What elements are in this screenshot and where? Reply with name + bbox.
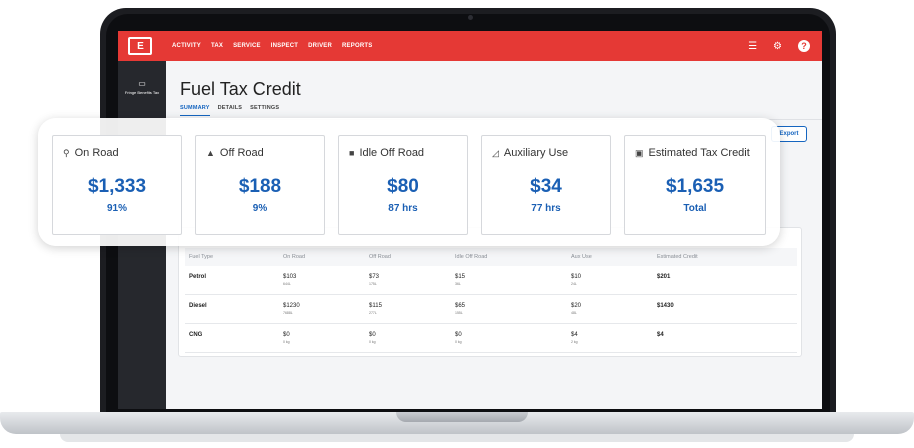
menu-item-service[interactable]: SERVICE: [233, 43, 261, 49]
header-off-road: Off Road: [369, 254, 391, 260]
card-value: $1,635: [665, 176, 725, 197]
card-value: $34: [530, 176, 562, 197]
tab-details[interactable]: DETAILS: [218, 105, 243, 116]
laptop-mockup: E ACTIVITY TAX SERVICE INSPECT DRIVER RE…: [0, 0, 914, 448]
table-row[interactable]: Diesel $1230 7688L $115 277L $65 155L $20 48…: [185, 295, 797, 324]
cell-fuel-type: Diesel: [189, 303, 207, 309]
header-on-road: On Road: [283, 254, 306, 260]
header-idle-off-road: Idle Off Road: [455, 254, 488, 260]
cell-aux-use: $20 48L: [571, 303, 582, 315]
clipboard-icon: ▣: [635, 147, 644, 158]
card-header: ▲ Off Road: [206, 147, 264, 159]
card-value: $80: [387, 176, 419, 197]
crane-icon: ◿: [492, 147, 499, 158]
cell-estimated-credit: $201: [657, 274, 671, 280]
header-estimated-credit: Estimated Credit: [657, 254, 698, 260]
cell-on-road: $0 0 kg: [283, 332, 290, 344]
sidebar-item-fringe-benefits-tax[interactable]: ▭ Fringe Benefits Tax: [118, 79, 166, 95]
page-title: Fuel Tax Credit: [180, 79, 301, 99]
header-aux-use: Aux Use: [571, 254, 592, 260]
card-value: $188: [238, 176, 282, 197]
help-icon[interactable]: ?: [798, 40, 810, 52]
card-header: ▣ Estimated Tax Credit: [635, 147, 750, 159]
stat-card-off-road[interactable]: ▲ Off Road $188 9%: [195, 135, 325, 235]
document-icon: ▭: [138, 79, 146, 88]
top-navbar: E ACTIVITY TAX SERVICE INSPECT DRIVER RE…: [118, 31, 822, 61]
card-header: ◿ Auxiliary Use: [492, 147, 568, 159]
sidebar-item-label: Fringe Benefits Tax: [124, 90, 160, 95]
fuel-table: Fuel Type On Road Off Road Idle Off Road…: [185, 248, 797, 353]
fuel-table-card: Fuel Type On Road Off Road Idle Off Road…: [178, 227, 802, 357]
table-row[interactable]: CNG $0 0 kg $0 0 kg $0 0 kg $4 2 kg $4: [185, 324, 797, 353]
table-row[interactable]: Petrol $103 644L $73 175L $15 36L $10 24L $2…: [185, 266, 797, 295]
cell-estimated-credit: $1430: [657, 303, 674, 309]
stat-card-auxiliary-use[interactable]: ◿ Auxiliary Use $34 77 hrs: [481, 135, 611, 235]
card-label: Off Road: [219, 147, 264, 159]
cell-idle-off-road: $65 155L: [455, 303, 466, 315]
card-subvalue: 9%: [252, 203, 268, 214]
mountain-icon: ▲: [206, 148, 215, 158]
tab-summary[interactable]: SUMMARY: [180, 105, 210, 116]
card-value: $1,333: [87, 176, 147, 197]
cell-off-road: $0 0 kg: [369, 332, 376, 344]
card-label: Idle Off Road: [359, 147, 425, 159]
gear-icon[interactable]: ⚙: [773, 41, 782, 52]
cell-aux-use: $10 24L: [571, 274, 582, 286]
menu-item-tax[interactable]: TAX: [211, 43, 223, 49]
tab-settings[interactable]: SETTINGS: [250, 105, 279, 116]
page-tabs: SUMMARY DETAILS SETTINGS: [180, 105, 279, 116]
cell-on-road: $1230 7688L: [283, 303, 300, 315]
summary-cards-panel: ⚲ On Road $1,333 91% ▲ Off Road $188 9% …: [38, 118, 780, 246]
card-label: Estimated Tax Credit: [648, 147, 750, 159]
menu-item-reports[interactable]: REPORTS: [342, 43, 372, 49]
stat-card-estimated-tax-credit[interactable]: ▣ Estimated Tax Credit $1,635 Total: [624, 135, 766, 235]
card-subvalue: 91%: [106, 203, 127, 214]
card-subvalue: 77 hrs: [531, 203, 561, 214]
laptop-shadow: [60, 434, 854, 442]
camera-dot: [468, 15, 473, 20]
cell-estimated-credit: $4: [657, 332, 664, 338]
cell-fuel-type: CNG: [189, 332, 203, 338]
stat-card-idle-off-road[interactable]: ■ Idle Off Road $80 87 hrs: [338, 135, 468, 235]
navbar-actions: ☰ ⚙ ?: [748, 40, 810, 52]
list-icon[interactable]: ☰: [748, 41, 757, 52]
menu-item-driver[interactable]: DRIVER: [308, 43, 332, 49]
cell-off-road: $73 175L: [369, 274, 380, 286]
menu-item-activity[interactable]: ACTIVITY: [172, 43, 201, 49]
table-header-row: Fuel Type On Road Off Road Idle Off Road…: [185, 248, 797, 266]
card-subvalue: Total: [683, 203, 707, 214]
truck-icon: ■: [349, 148, 355, 158]
card-header: ⚲ On Road: [63, 147, 119, 159]
cell-idle-off-road: $0 0 kg: [455, 332, 462, 344]
laptop-notch: [396, 412, 528, 422]
road-icon: ⚲: [63, 147, 70, 158]
card-label: Auxiliary Use: [503, 147, 569, 159]
cell-off-road: $115 277L: [369, 303, 382, 315]
cell-aux-use: $4 2 kg: [571, 332, 578, 344]
brand-logo[interactable]: E: [128, 37, 152, 55]
menu-item-inspect[interactable]: INSPECT: [271, 43, 298, 49]
stat-card-on-road[interactable]: ⚲ On Road $1,333 91%: [52, 135, 182, 235]
cell-idle-off-road: $15 36L: [455, 274, 466, 286]
cell-on-road: $103 644L: [283, 274, 297, 286]
card-header: ■ Idle Off Road: [349, 147, 424, 159]
cell-fuel-type: Petrol: [189, 274, 207, 280]
header-fuel-type: Fuel Type: [189, 254, 214, 260]
main-menu: ACTIVITY TAX SERVICE INSPECT DRIVER REPO…: [172, 43, 372, 49]
card-label: On Road: [74, 147, 119, 159]
card-subvalue: 87 hrs: [388, 203, 418, 214]
